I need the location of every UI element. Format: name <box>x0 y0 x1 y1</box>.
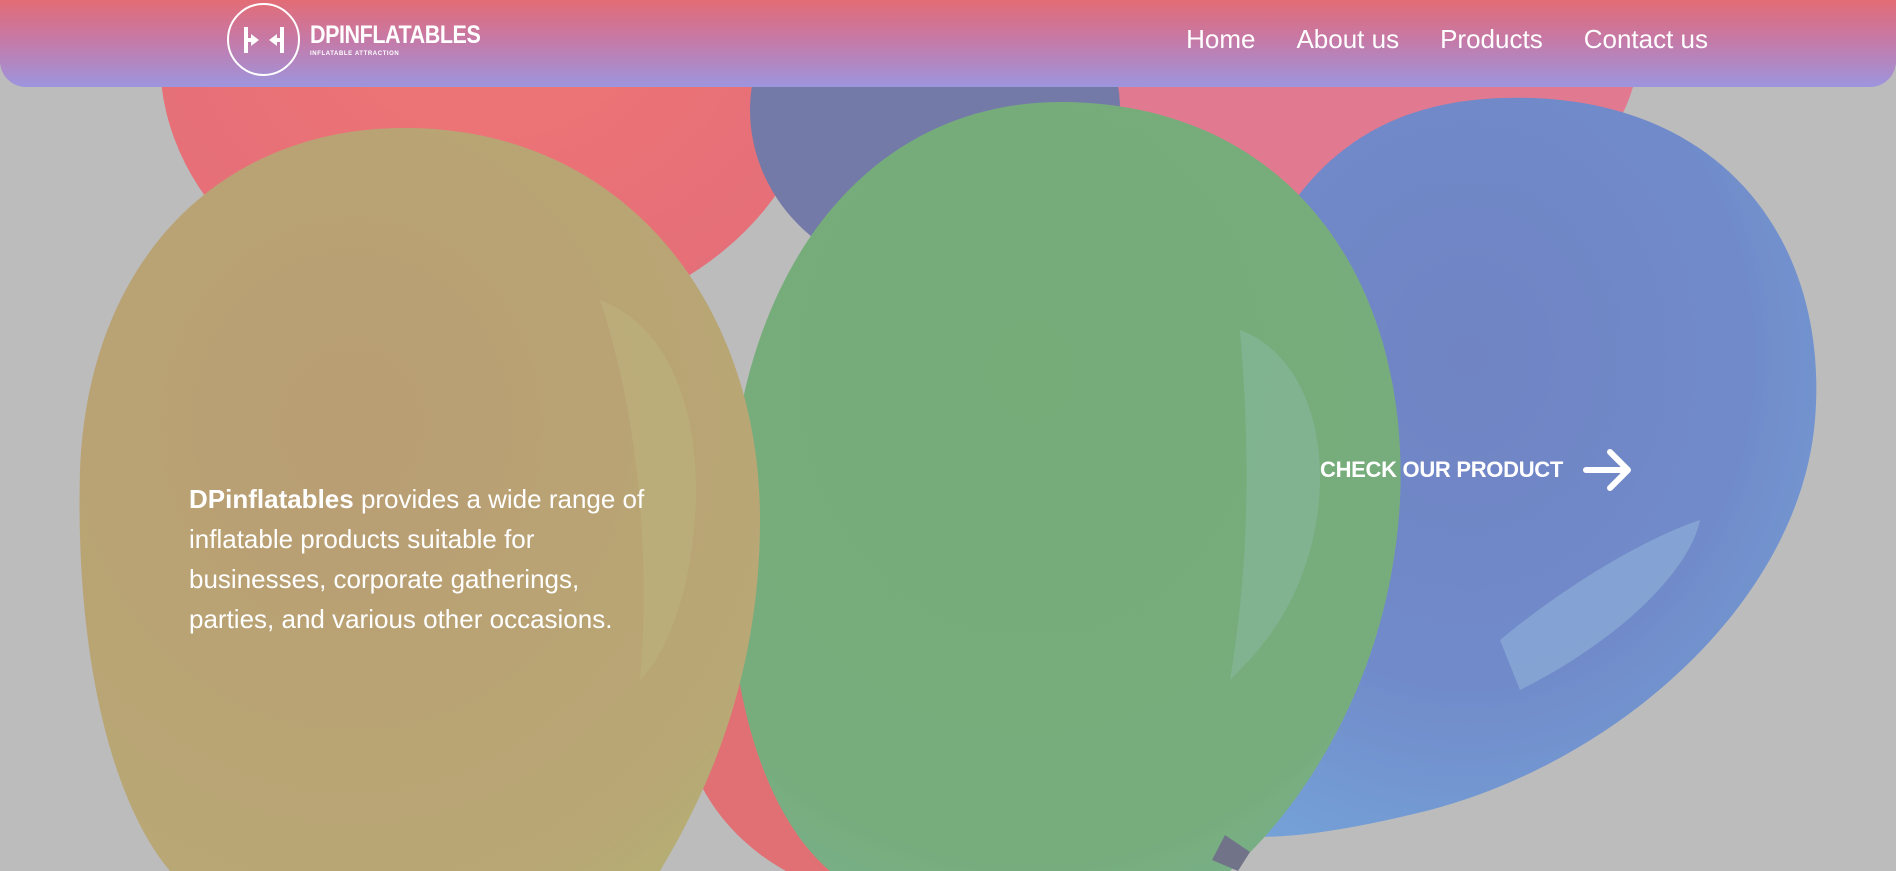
check-product-button[interactable]: CHECK OUR PRODUCT <box>1320 448 1633 492</box>
brand-name: DPINFLATABLES <box>310 20 481 49</box>
arrow-right-icon <box>1583 448 1633 492</box>
main-nav: Home About us Products Contact us <box>1145 24 1708 55</box>
intro-brand-name: DPinflatables <box>189 484 354 514</box>
nav-home[interactable]: Home <box>1186 24 1255 55</box>
bracket-arrows-icon <box>227 3 300 76</box>
nav-products[interactable]: Products <box>1440 24 1543 55</box>
brand-logo[interactable]: DPINFLATABLES Inflatable attraction <box>227 3 508 76</box>
nav-contact-us[interactable]: Contact us <box>1584 24 1708 55</box>
hero-background <box>0 0 1896 871</box>
nav-about-us[interactable]: About us <box>1296 24 1399 55</box>
site-header: DPINFLATABLES Inflatable attraction Home… <box>0 0 1896 87</box>
balloons-illustration <box>79 0 1817 871</box>
brand-tagline: Inflatable attraction <box>310 50 400 57</box>
hero-intro-text: DPinflatables provides a wide range of i… <box>189 479 659 639</box>
cta-label: CHECK OUR PRODUCT <box>1320 457 1564 482</box>
